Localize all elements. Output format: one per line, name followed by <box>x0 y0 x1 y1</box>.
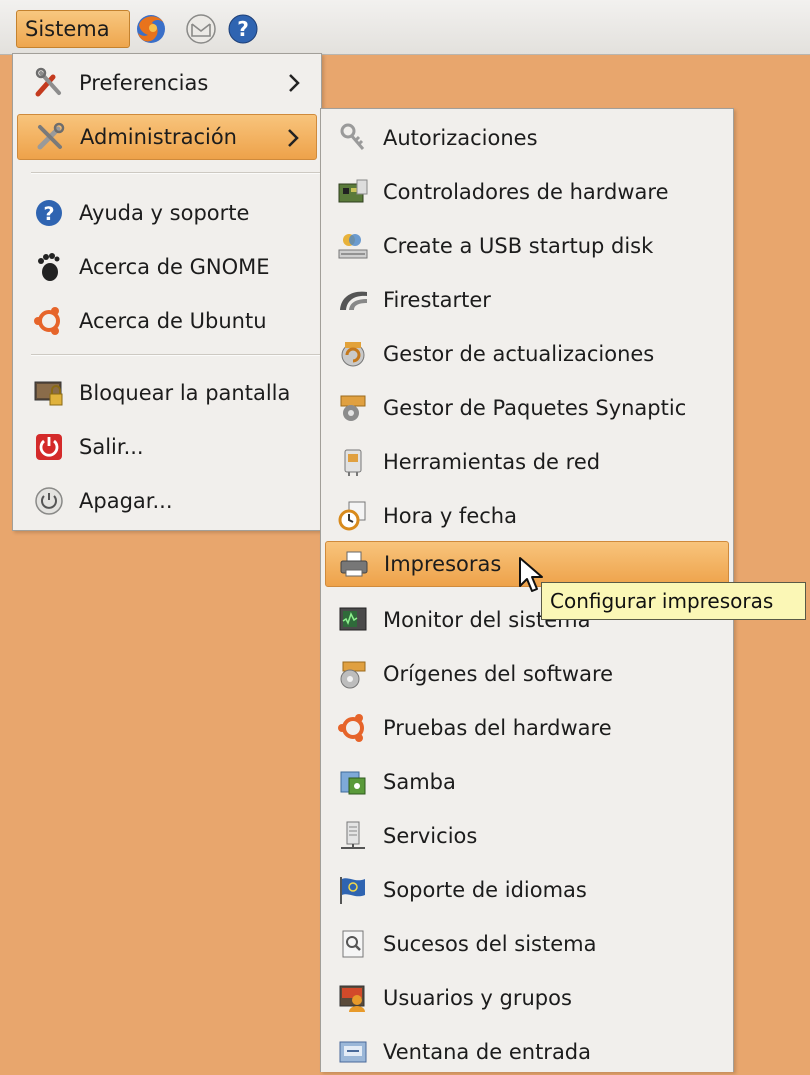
chevron-right-icon <box>288 129 299 147</box>
menu-item-acerca-ubuntu[interactable]: Acerca de Ubuntu <box>17 298 317 344</box>
menu-item-bloquear[interactable]: Bloquear la pantalla <box>17 370 317 416</box>
help-icon[interactable]: ? <box>226 11 260 47</box>
menu-item-soporte-idiomas[interactable]: Soporte de idiomas <box>325 867 729 913</box>
menu-item-label: Administración <box>80 125 237 149</box>
hardware-test-icon <box>335 710 371 746</box>
menu-item-label: Salir... <box>79 435 144 459</box>
sistema-menu: Preferencias Administración ? Ayuda y so… <box>12 53 322 531</box>
login-window-icon <box>335 1034 371 1070</box>
mouse-pointer-icon <box>519 557 543 592</box>
menu-item-label: Pruebas del hardware <box>383 716 612 740</box>
menu-item-label: Impresoras <box>384 552 502 576</box>
synaptic-icon <box>335 390 371 426</box>
menu-separator <box>31 172 321 174</box>
svg-text:?: ? <box>237 17 249 41</box>
menu-item-label: Samba <box>383 770 456 794</box>
users-groups-icon <box>335 980 371 1016</box>
menu-item-preferencias[interactable]: Preferencias <box>17 60 317 106</box>
menu-item-salir[interactable]: Salir... <box>17 424 317 470</box>
menu-item-ventana-entrada[interactable]: Ventana de entrada <box>325 1029 729 1075</box>
firestarter-icon <box>335 282 371 318</box>
menu-item-label: Herramientas de red <box>383 450 601 474</box>
menu-item-label: Preferencias <box>79 71 209 95</box>
printer-icon <box>336 546 372 582</box>
menu-item-administracion[interactable]: Administración <box>17 114 317 160</box>
menu-item-sucesos-sistema[interactable]: Sucesos del sistema <box>325 921 729 967</box>
shutdown-icon <box>31 483 67 519</box>
menu-item-firestarter[interactable]: Firestarter <box>325 277 729 323</box>
menu-item-label: Controladores de hardware <box>383 180 669 204</box>
logout-icon <box>31 429 67 465</box>
menu-item-label: Gestor de actualizaciones <box>383 342 655 366</box>
menu-item-label: Gestor de Paquetes Synaptic <box>383 396 687 420</box>
software-sources-icon <box>335 656 371 692</box>
menu-item-label: Firestarter <box>383 288 491 312</box>
sistema-menu-button[interactable]: Sistema <box>16 10 130 48</box>
menu-item-origenes-software[interactable]: Orígenes del software <box>325 651 729 697</box>
menu-item-label: Autorizaciones <box>383 126 538 150</box>
menu-item-label: Bloquear la pantalla <box>79 381 291 405</box>
menu-item-label: Acerca de GNOME <box>79 255 270 279</box>
tooltip: Configurar impresoras <box>541 582 806 620</box>
tooltip-text: Configurar impresoras <box>550 589 774 613</box>
hardware-drivers-icon <box>335 174 371 210</box>
menu-item-label: Apagar... <box>79 489 173 513</box>
services-icon <box>335 818 371 854</box>
menu-item-label: Sucesos del sistema <box>383 932 597 956</box>
samba-icon <box>335 764 371 800</box>
menu-item-label: Acerca de Ubuntu <box>79 309 267 333</box>
menu-item-servicios[interactable]: Servicios <box>325 813 729 859</box>
menu-item-label: Orígenes del software <box>383 662 614 686</box>
menu-item-controladores[interactable]: Controladores de hardware <box>325 169 729 215</box>
menu-item-label: Servicios <box>383 824 478 848</box>
chevron-right-icon <box>289 74 300 92</box>
menu-item-label: Ventana de entrada <box>383 1040 592 1064</box>
language-support-icon <box>335 872 371 908</box>
clock-icon <box>335 498 371 534</box>
menu-item-herramientas-red[interactable]: Herramientas de red <box>325 439 729 485</box>
menu-separator <box>31 354 321 356</box>
firefox-icon[interactable] <box>134 11 168 47</box>
menu-item-label: Hora y fecha <box>383 504 517 528</box>
menu-item-autorizaciones[interactable]: Autorizaciones <box>325 115 729 161</box>
system-monitor-icon <box>335 602 371 638</box>
help-icon: ? <box>31 195 67 231</box>
menu-item-pruebas-hardware[interactable]: Pruebas del hardware <box>325 705 729 751</box>
mail-icon[interactable] <box>184 11 218 47</box>
menu-item-ayuda[interactable]: ? Ayuda y soporte <box>17 190 317 236</box>
menu-item-usb-startup[interactable]: Create a USB startup disk <box>325 223 729 269</box>
menu-item-hora-fecha[interactable]: Hora y fecha <box>325 493 729 539</box>
menu-item-label: Ayuda y soporte <box>79 201 250 225</box>
menu-item-label: Soporte de idiomas <box>383 878 587 902</box>
update-manager-icon <box>335 336 371 372</box>
top-panel: Sistema ? <box>0 0 810 55</box>
lock-screen-icon <box>31 375 67 411</box>
menu-item-acerca-gnome[interactable]: Acerca de GNOME <box>17 244 317 290</box>
preferences-icon <box>31 65 67 101</box>
administration-icon <box>32 119 68 155</box>
menu-item-samba[interactable]: Samba <box>325 759 729 805</box>
ubuntu-logo-icon <box>31 303 67 339</box>
network-tools-icon <box>335 444 371 480</box>
menu-item-label: Create a USB startup disk <box>383 234 654 258</box>
keys-icon <box>335 120 371 156</box>
usb-disk-icon <box>335 228 371 264</box>
sistema-menu-label: Sistema <box>25 17 110 41</box>
menu-item-usuarios-grupos[interactable]: Usuarios y grupos <box>325 975 729 1021</box>
system-log-icon <box>335 926 371 962</box>
menu-item-gestor-actualizaciones[interactable]: Gestor de actualizaciones <box>325 331 729 377</box>
svg-text:?: ? <box>43 203 54 225</box>
menu-item-label: Usuarios y grupos <box>383 986 572 1010</box>
menu-item-apagar[interactable]: Apagar... <box>17 478 317 524</box>
gnome-foot-icon <box>31 249 67 285</box>
menu-item-synaptic[interactable]: Gestor de Paquetes Synaptic <box>325 385 729 431</box>
